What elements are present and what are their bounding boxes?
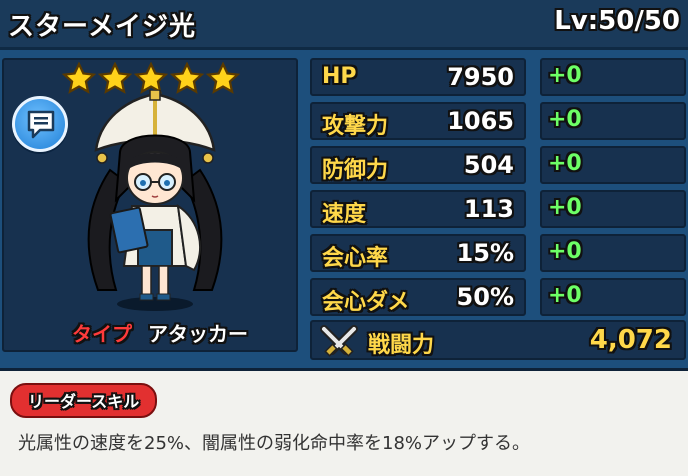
crossed-swords-icon (320, 325, 358, 357)
character-type: タイプ アタッカー (72, 318, 248, 347)
stat-bonus: +0 (548, 107, 582, 132)
stat-row-crit-rate: 会心率 15% (310, 234, 526, 272)
type-label: タイプ (72, 322, 132, 346)
stat-label: 速度 (322, 202, 367, 227)
leader-skill-text: 光属性の速度を25%、闇属性の弱化命中率を18%アップする。 (18, 433, 531, 454)
stat-label: 攻撃力 (322, 114, 389, 139)
stat-bonus: +0 (548, 283, 582, 308)
character-name: スターメイジ光 (8, 12, 196, 42)
stat-value: 113 (463, 195, 514, 223)
stat-value: 504 (463, 151, 514, 179)
stat-value: 7950 (447, 63, 514, 91)
type-value: アタッカー (148, 322, 248, 346)
leader-skill-tag: リーダースキル (10, 383, 158, 418)
stat-value: 50% (456, 283, 514, 311)
header-bar: スターメイジ光 Lv:50/50 (0, 0, 688, 50)
bonus-box-crit-rate: +0 (540, 234, 686, 272)
character-panel: タイプ アタッカー (2, 58, 298, 352)
combat-power-label: 戦闘力 (368, 333, 435, 358)
stat-bonus: +0 (548, 239, 582, 264)
stat-label: 会心率 (322, 246, 389, 271)
bonus-box-speed: +0 (540, 190, 686, 228)
stat-row-hp: HP 7950 (310, 58, 526, 96)
speech-bubble-icon (27, 110, 55, 139)
level-indicator: Lv:50/50 (554, 6, 680, 36)
bonus-box-defense: +0 (540, 146, 686, 184)
profile-chat-button[interactable] (12, 96, 68, 152)
stat-label: HP (322, 64, 357, 89)
stat-row-crit-damage: 会心ダメ 50% (310, 278, 526, 316)
bonus-box-hp: +0 (540, 58, 686, 96)
stat-row-attack: 攻撃力 1065 (310, 102, 526, 140)
stat-label: 会心ダメ (322, 290, 410, 315)
stat-row-defense: 防御力 504 (310, 146, 526, 184)
stat-bonus: +0 (548, 151, 582, 176)
bonus-box-crit-damage: +0 (540, 278, 686, 316)
stat-bonus: +0 (548, 195, 582, 220)
stat-row-speed: 速度 113 (310, 190, 526, 228)
stat-value: 1065 (447, 107, 514, 135)
combat-power-value: 4,072 (589, 325, 672, 355)
combat-power-row: 戦闘力 4,072 (310, 320, 686, 360)
bonus-box-attack: +0 (540, 102, 686, 140)
stat-value: 15% (456, 239, 514, 267)
character-portrait (87, 90, 223, 311)
stat-bonus: +0 (548, 63, 582, 88)
leader-skill-panel: リーダースキル 光属性の速度を25%、闇属性の弱化命中率を18%アップする。 (0, 368, 688, 476)
stat-label: 防御力 (322, 158, 389, 183)
